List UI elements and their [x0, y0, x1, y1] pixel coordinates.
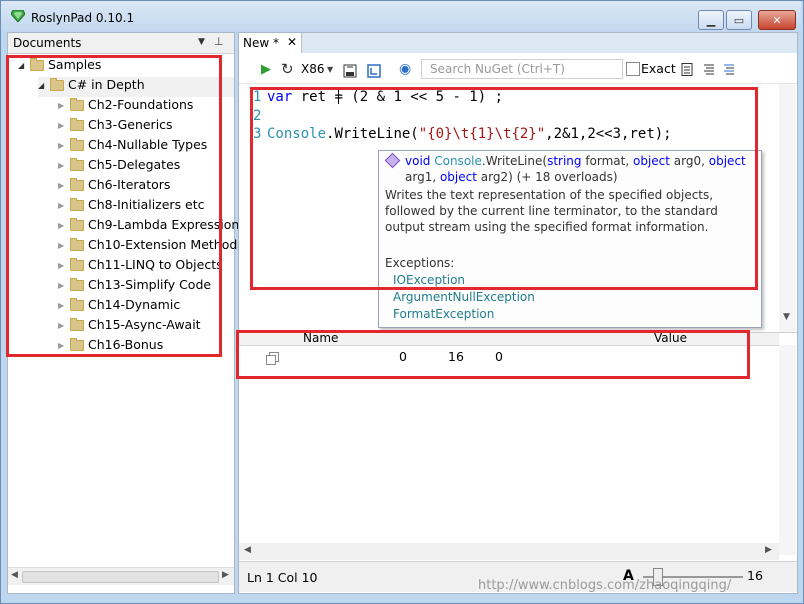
scroll-left-icon[interactable]: ◀ — [244, 545, 251, 555]
scroll-right-icon[interactable]: ▶ — [765, 545, 772, 555]
nuget-search-input[interactable]: Search NuGet (Ctrl+T) — [421, 59, 623, 79]
annotation-box-code — [250, 87, 758, 290]
results-vertical-scrollbar[interactable] — [779, 345, 796, 555]
save-icon[interactable] — [343, 64, 357, 78]
watermark-text: http://www.cnblogs.com/zhaoqingqing/ — [478, 578, 732, 593]
toolbar: ▶ ↻ X86 ▼ ◉ Search NuGet (Ctrl+T) Exact — [239, 55, 797, 84]
exception-link[interactable]: FormatException — [393, 307, 494, 321]
pin-icon[interactable]: ⊥ — [214, 35, 224, 48]
comment-lines-icon[interactable] — [703, 63, 715, 76]
editor-vertical-scrollbar[interactable]: ▼ — [779, 84, 796, 332]
scroll-right-icon[interactable]: ▶ — [222, 570, 229, 580]
documents-panel-header: Documents ▼ ⊥ — [8, 33, 234, 54]
chevron-down-icon[interactable]: ▼ — [327, 59, 333, 79]
close-icon: ✕ — [772, 13, 782, 27]
maximize-button[interactable]: ▭ — [726, 10, 752, 30]
documents-panel-title: Documents — [13, 36, 82, 50]
title-bar: RoslynPad 0.10.1 ▁ ▭ ✕ — [1, 1, 801, 31]
panel-dropdown-icon[interactable]: ▼ — [198, 37, 205, 47]
minimize-button[interactable]: ▁ — [698, 10, 724, 30]
minimize-icon: ▁ — [706, 13, 716, 27]
annotation-box-tree — [6, 55, 222, 357]
uncomment-lines-icon[interactable] — [723, 63, 735, 76]
nuget-icon[interactable]: ◉ — [399, 59, 411, 79]
tab-label: New * — [243, 36, 279, 50]
exception-link[interactable]: ArgumentNullException — [393, 290, 535, 304]
tree-horizontal-scrollbar[interactable]: ◀ ▶ — [8, 567, 234, 585]
cursor-position: Ln 1 Col 10 — [247, 570, 318, 585]
exact-checkbox-label: Exact — [641, 61, 676, 76]
restart-icon[interactable]: ↻ — [281, 59, 294, 79]
platform-selector[interactable]: X86 — [301, 59, 325, 79]
format-document-icon[interactable] — [367, 64, 381, 78]
scroll-left-icon[interactable]: ◀ — [11, 570, 18, 580]
exact-checkbox[interactable] — [626, 62, 640, 76]
maximize-icon: ▭ — [733, 13, 745, 27]
window-title: RoslynPad 0.10.1 — [31, 11, 135, 25]
scroll-down-icon[interactable]: ▼ — [783, 312, 790, 322]
tab-new[interactable]: New * ✕ — [239, 33, 302, 53]
roslynpad-logo-icon — [11, 10, 25, 22]
zoom-value: 16 — [747, 568, 763, 583]
search-placeholder: Search NuGet (Ctrl+T) — [430, 62, 565, 76]
scrollbar-thumb[interactable] — [22, 571, 219, 583]
document-icon[interactable] — [681, 63, 693, 76]
results-horizontal-scrollbar[interactable]: ◀ ▶ — [239, 543, 779, 560]
annotation-box-results — [236, 330, 750, 379]
tab-close-icon[interactable]: ✕ — [287, 35, 297, 49]
tab-strip: New * ✕ — [239, 33, 797, 53]
close-window-button[interactable]: ✕ — [758, 10, 796, 30]
run-icon[interactable]: ▶ — [261, 59, 271, 79]
